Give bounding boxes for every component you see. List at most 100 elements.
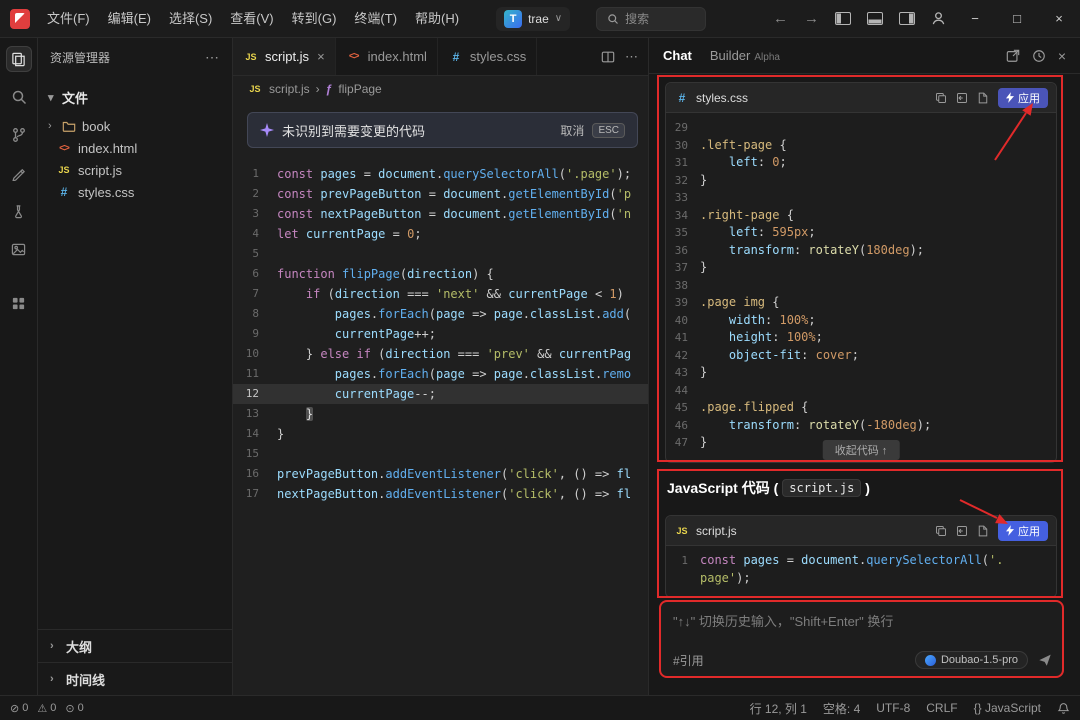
close-panel-icon[interactable]: ×	[1058, 48, 1066, 64]
close-button[interactable]: ×	[1038, 0, 1080, 38]
tree-item-script-js[interactable]: JS script.js	[38, 159, 232, 181]
account-icon[interactable]	[923, 11, 954, 26]
tree-item-index-html[interactable]: <> index.html	[38, 137, 232, 159]
new-chat-icon[interactable]	[1006, 49, 1020, 63]
timeline-section[interactable]: › 时间线	[38, 662, 232, 695]
insert-code-icon[interactable]	[956, 92, 968, 104]
breadcrumb: JS script.js › ƒ flipPage	[233, 76, 648, 102]
model-selector[interactable]: Doubao-1.5-pro	[915, 651, 1028, 669]
chat-tabbar: Chat Builder Alpha ×	[649, 38, 1080, 74]
chevron-right-icon: ›	[50, 640, 58, 652]
esc-key-chip[interactable]: ESC	[592, 123, 625, 138]
breadcrumb-file[interactable]: script.js	[269, 82, 310, 96]
menu-terminal[interactable]: 终端(T)	[345, 5, 406, 33]
copy-icon[interactable]	[935, 92, 947, 104]
reference-button[interactable]: #引用	[673, 652, 704, 669]
html-file-icon: <>	[346, 51, 362, 62]
chat-input-placeholder: "↑↓" 切换历史输入，"Shift+Enter" 换行	[673, 611, 1050, 630]
close-tab-icon[interactable]: ×	[317, 49, 325, 64]
timeline-label: 时间线	[66, 670, 105, 689]
inline-code-chip: script.js	[782, 479, 861, 497]
tab-index-html[interactable]: <> index.html	[336, 38, 438, 75]
chevron-right-icon: ›	[50, 673, 58, 685]
ai-banner: 未识别到需要变更的代码 取消 ESC	[247, 112, 638, 148]
layout-sidebar-left-icon[interactable]	[827, 12, 859, 25]
chevron-down-icon: ▾	[48, 91, 56, 104]
warning-icon: ⚠	[37, 702, 47, 715]
cursor-position[interactable]: 行 12, 列 1	[750, 700, 807, 717]
info-status[interactable]: ⊙0	[65, 702, 83, 715]
maximize-button[interactable]: □	[996, 0, 1038, 38]
history-icon[interactable]	[1032, 49, 1046, 63]
layout-sidebar-right-icon[interactable]	[891, 12, 923, 25]
encoding[interactable]: UTF-8	[876, 701, 910, 715]
editor-code-lines: 1const pages = document.querySelectorAll…	[233, 164, 648, 504]
tab-builder[interactable]: Builder Alpha	[710, 48, 780, 63]
menu-selection[interactable]: 选择(S)	[160, 5, 221, 33]
source-control-icon[interactable]	[6, 122, 32, 148]
js-file-icon: JS	[674, 526, 690, 536]
cancel-button[interactable]: 取消	[560, 122, 584, 139]
more-actions-icon[interactable]: ⋯	[625, 49, 638, 65]
workspace-switcher[interactable]: T trae ∨	[496, 7, 570, 31]
apps-grid-icon[interactable]	[6, 290, 32, 316]
apply-button-css[interactable]: 应用	[998, 88, 1048, 108]
banner-text: 未识别到需要变更的代码	[282, 121, 425, 140]
indentation[interactable]: 空格: 4	[823, 700, 860, 717]
tab-script-js[interactable]: JS script.js ×	[233, 38, 336, 75]
global-search-input[interactable]: 搜索	[596, 7, 706, 31]
notifications-bell-icon[interactable]	[1057, 702, 1070, 715]
model-name: Doubao-1.5-pro	[941, 654, 1018, 666]
tree-item-label: styles.css	[78, 185, 134, 200]
tree-item-book[interactable]: › book	[38, 115, 232, 137]
back-icon[interactable]: ←	[765, 10, 796, 27]
menu-goto[interactable]: 转到(G)	[283, 5, 346, 33]
forward-icon[interactable]: →	[796, 10, 827, 27]
chevron-down-icon: ∨	[555, 13, 562, 24]
new-file-icon[interactable]	[977, 525, 989, 537]
chat-input[interactable]: "↑↓" 切换历史输入，"Shift+Enter" 换行 #引用 Doubao-…	[659, 600, 1064, 678]
image-icon[interactable]	[6, 236, 32, 262]
pen-icon[interactable]	[6, 160, 32, 186]
app-window: 文件(F) 编辑(E) 选择(S) 查看(V) 转到(G) 终端(T) 帮助(H…	[0, 0, 1080, 720]
split-editor-icon[interactable]	[601, 50, 615, 64]
tab-styles-css[interactable]: # styles.css	[438, 38, 537, 75]
copy-icon[interactable]	[935, 525, 947, 537]
tree-item-label: book	[82, 119, 110, 134]
errors-status[interactable]: ⊘0	[10, 702, 28, 715]
warnings-status[interactable]: ⚠0	[37, 702, 56, 715]
language-mode[interactable]: {} JavaScript	[974, 701, 1041, 715]
new-file-icon[interactable]	[977, 92, 989, 104]
menu-help[interactable]: 帮助(H)	[406, 5, 468, 33]
css-code-lines: 2930.left-page {31 left: 0;32}3334.right…	[666, 113, 1056, 462]
model-logo-icon	[925, 655, 936, 666]
minimize-button[interactable]: −	[954, 0, 996, 38]
insert-code-icon[interactable]	[956, 525, 968, 537]
tab-chat[interactable]: Chat	[663, 48, 692, 63]
js-file-icon: JS	[243, 52, 259, 62]
tab-label: index.html	[368, 49, 427, 64]
titlebar: 文件(F) 编辑(E) 选择(S) 查看(V) 转到(G) 终端(T) 帮助(H…	[0, 0, 1080, 38]
menu-view[interactable]: 查看(V)	[221, 5, 282, 33]
apply-button-js[interactable]: 应用	[998, 521, 1048, 541]
send-icon[interactable]	[1038, 653, 1052, 667]
more-actions-icon[interactable]: ⋯	[205, 49, 220, 66]
code-editor[interactable]: 1const pages = document.querySelectorAll…	[233, 102, 648, 695]
files-section-header[interactable]: ▾ 文件	[38, 84, 232, 111]
explorer-icon[interactable]	[6, 46, 32, 72]
menu-edit[interactable]: 编辑(E)	[99, 5, 160, 33]
collapse-code-button[interactable]: 收起代码 ↑	[823, 440, 900, 460]
eol-sequence[interactable]: CRLF	[926, 701, 957, 715]
menu-file[interactable]: 文件(F)	[38, 5, 99, 33]
tree-item-label: script.js	[78, 163, 122, 178]
search-icon[interactable]	[6, 84, 32, 110]
tree-item-styles-css[interactable]: # styles.css	[38, 181, 232, 203]
css-file-icon: #	[674, 91, 690, 105]
flask-icon[interactable]	[6, 198, 32, 224]
trae-badge-icon: T	[504, 10, 522, 28]
html-file-icon: <>	[56, 143, 72, 154]
breadcrumb-symbol[interactable]: flipPage	[338, 82, 381, 96]
app-logo	[10, 9, 30, 29]
layout-panel-bottom-icon[interactable]	[859, 12, 891, 25]
outline-section[interactable]: › 大纲	[38, 629, 232, 662]
